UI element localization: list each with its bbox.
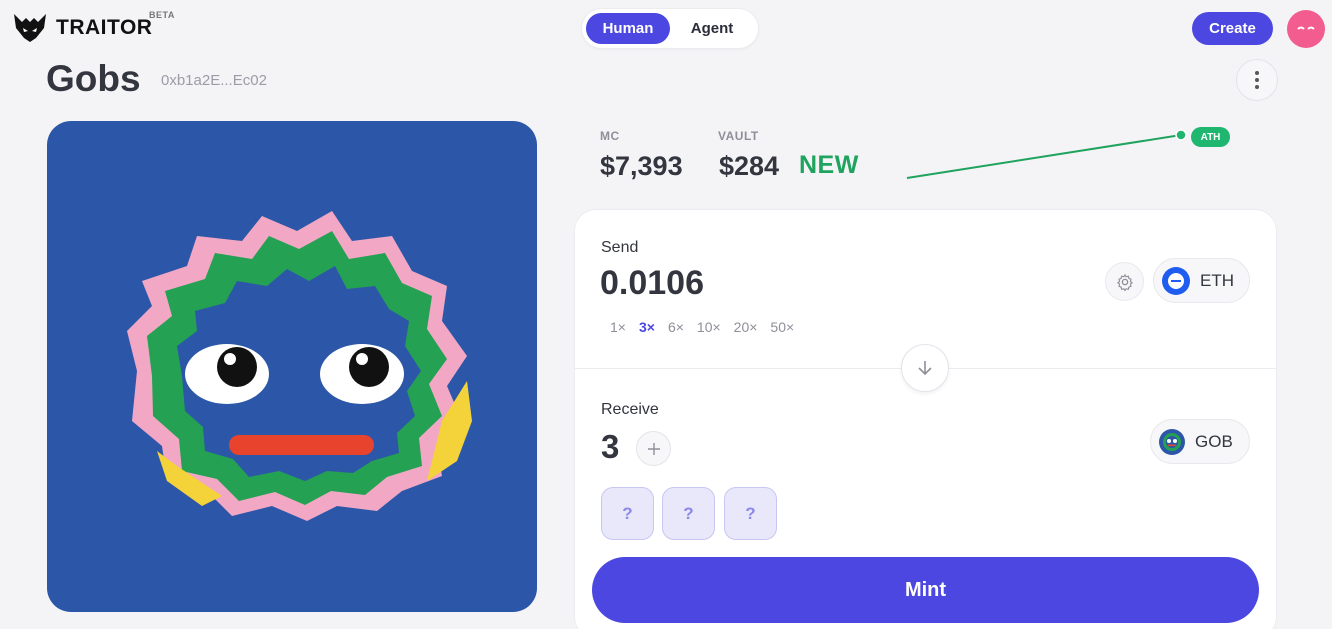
- multiplier-20x[interactable]: 20×: [734, 319, 758, 335]
- swap-direction-button[interactable]: [901, 344, 949, 392]
- mode-human-tab[interactable]: Human: [586, 13, 670, 44]
- send-label: Send: [601, 239, 639, 256]
- gob-creature-illustration: [127, 211, 472, 521]
- ath-badge: ATH: [1191, 127, 1230, 147]
- receive-token-symbol: GOB: [1195, 431, 1233, 451]
- vault-label: VAULT: [718, 129, 759, 143]
- vault-value: $284: [719, 151, 780, 181]
- gear-icon: [1116, 273, 1133, 291]
- price-sparkline: [906, 129, 1187, 179]
- mint-button[interactable]: Mint: [592, 557, 1259, 623]
- receive-token-selector[interactable]: GOB: [1150, 419, 1250, 464]
- more-dot-icon: [1255, 85, 1259, 89]
- mystery-item: ?: [662, 487, 715, 540]
- multiplier-1x[interactable]: 1×: [610, 319, 626, 335]
- more-dot-icon: [1255, 71, 1259, 75]
- brand-name: TRAITOR: [56, 16, 153, 39]
- receive-amount: 3: [601, 428, 620, 465]
- receive-label: Receive: [601, 401, 659, 418]
- mystery-item: ?: [601, 487, 654, 540]
- mc-label: MC: [600, 129, 620, 143]
- mode-toggle: Human Agent: [581, 8, 759, 49]
- arrow-down-icon: [918, 361, 932, 376]
- settings-button[interactable]: [1105, 262, 1144, 301]
- mystery-item: ?: [724, 487, 777, 540]
- gob-token-icon: [1159, 428, 1185, 455]
- multiplier-6x[interactable]: 6×: [668, 319, 684, 335]
- mc-value: $7,393: [600, 151, 683, 181]
- eth-token-icon: [1162, 266, 1190, 295]
- mode-agent-tab[interactable]: Agent: [670, 13, 754, 44]
- beta-badge: BETA: [149, 10, 175, 20]
- collection-image: [47, 121, 537, 612]
- contract-address[interactable]: 0xb1a2E...Ec02: [161, 72, 267, 89]
- page-title: Gobs: [46, 58, 141, 99]
- send-token-symbol: ETH: [1200, 270, 1234, 290]
- plus-icon: [647, 442, 660, 455]
- send-token-selector[interactable]: ETH: [1153, 258, 1250, 303]
- multiplier-10x[interactable]: 10×: [697, 319, 721, 335]
- increase-quantity-button[interactable]: [636, 431, 671, 466]
- create-button[interactable]: Create: [1192, 12, 1273, 45]
- more-dot-icon: [1255, 78, 1259, 82]
- multiplier-50x[interactable]: 50×: [770, 319, 794, 335]
- fox-logo-icon: [14, 14, 46, 42]
- vault-new-badge: NEW: [799, 151, 859, 179]
- avatar-face-icon: [1297, 26, 1315, 30]
- multiplier-options: 1× 3× 6× 10× 20× 50×: [610, 319, 794, 335]
- multiplier-3x[interactable]: 3×: [639, 319, 655, 335]
- brand-logo[interactable]: TRAITOR: [12, 12, 152, 44]
- avatar[interactable]: [1287, 10, 1325, 48]
- send-amount-input[interactable]: 0.0106: [600, 264, 704, 303]
- more-options-button[interactable]: [1236, 59, 1278, 101]
